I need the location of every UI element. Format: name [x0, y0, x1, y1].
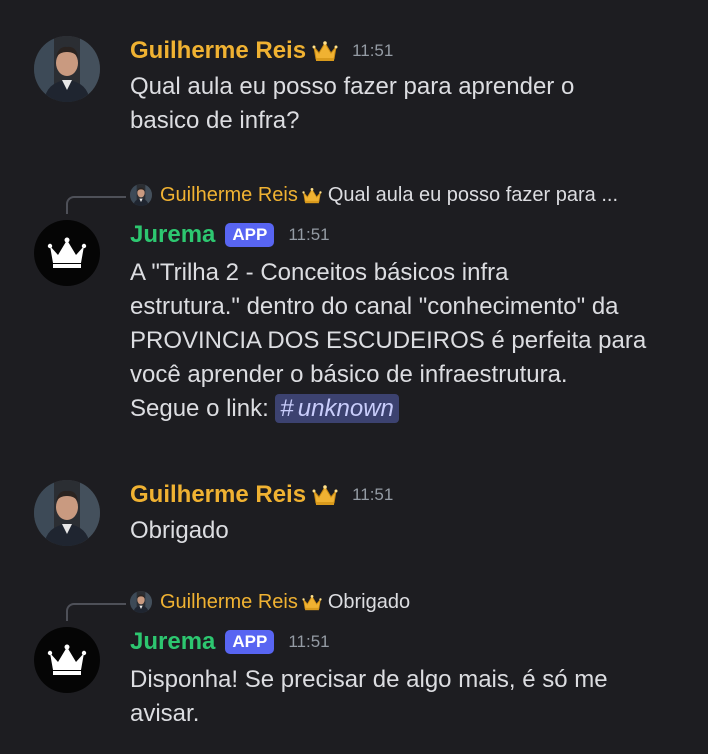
message-line: PROVINCIA DOS ESCUDEIROS é perfeita para	[130, 327, 647, 354]
timestamp[interactable]: 11:51	[288, 225, 329, 245]
link-prefix: Segue o link:	[130, 395, 276, 422]
crown-icon	[302, 187, 322, 204]
reply-text: Obrigado	[327, 590, 411, 613]
message-line: Segue o link: # unknown	[130, 392, 690, 426]
user-photo-icon	[34, 36, 100, 102]
reply-connector	[66, 603, 126, 621]
timestamp[interactable]: 11:51	[352, 41, 393, 61]
crown-icon	[302, 594, 322, 611]
author-name[interactable]: Guilherme Reis	[130, 481, 306, 509]
user-photo-icon	[130, 591, 152, 613]
message-header: Jurema APP 11:51	[130, 220, 330, 250]
message-header: Guilherme Reis 11:51	[130, 480, 393, 510]
message-line: Obrigado	[130, 517, 229, 544]
channel-hash-icon: #	[280, 395, 294, 422]
chat-message-list: Guilherme Reis 11:51 Qual aula eu posso …	[0, 0, 708, 754]
message-line: você aprender o básico de infraestrutura…	[130, 361, 568, 388]
user-photo-icon	[130, 184, 152, 206]
message-line: Disponha! Se precisar de algo mais, é só…	[130, 666, 608, 693]
bot-avatar[interactable]	[34, 220, 100, 286]
timestamp[interactable]: 11:51	[352, 485, 393, 505]
reply-author[interactable]: Guilherme Reis	[160, 591, 298, 614]
crown-icon	[312, 40, 338, 62]
reply-text: Qual aula eu posso fazer para ...	[327, 183, 619, 206]
user-avatar[interactable]	[34, 36, 100, 102]
message-line: basico de infra?	[130, 107, 300, 134]
message-content: Obrigado	[130, 514, 690, 548]
reply-preview[interactable]: Guilherme Reis Qual aula eu posso fazer …	[130, 182, 618, 208]
message-item[interactable]: Guilherme Reis 11:51 Obrigado	[0, 480, 708, 560]
message-content: A "Trilha 2 - Conceitos básicos infra es…	[130, 256, 690, 426]
author-name[interactable]: Guilherme Reis	[130, 37, 306, 65]
crown-bot-icon	[47, 237, 87, 268]
user-avatar[interactable]	[34, 480, 100, 546]
channel-name: unknown	[297, 395, 394, 422]
bot-avatar[interactable]	[34, 627, 100, 693]
crown-icon	[312, 484, 338, 506]
message-line: Qual aula eu posso fazer para aprender o	[130, 73, 575, 100]
author-name[interactable]: Jurema	[130, 221, 215, 249]
message-line: avisar.	[130, 700, 200, 727]
author-name[interactable]: Jurema	[130, 628, 215, 656]
message-line: A "Trilha 2 - Conceitos básicos infra	[130, 259, 509, 286]
message-item[interactable]: Guilherme Reis 11:51 Qual aula eu posso …	[0, 36, 708, 146]
message-header: Jurema APP 11:51	[130, 627, 330, 657]
reply-preview[interactable]: Guilherme Reis Obrigado	[130, 589, 410, 615]
message-line: estrutura." dentro do canal "conheciment…	[130, 293, 619, 320]
reply-connector	[66, 196, 126, 214]
app-badge: APP	[225, 223, 275, 247]
user-photo-icon	[34, 480, 100, 546]
message-content: Qual aula eu posso fazer para aprender o…	[130, 70, 690, 138]
app-badge: APP	[225, 630, 275, 654]
reply-author[interactable]: Guilherme Reis	[160, 184, 298, 207]
reply-avatar	[130, 591, 152, 613]
message-content: Disponha! Se precisar de algo mais, é só…	[130, 663, 690, 731]
reply-avatar	[130, 184, 152, 206]
message-item[interactable]: Guilherme Reis Obrigado Jurema APP 11:51…	[0, 587, 708, 747]
channel-mention[interactable]: # unknown	[275, 394, 399, 423]
message-item[interactable]: Guilherme Reis Qual aula eu posso fazer …	[0, 180, 708, 440]
message-header: Guilherme Reis 11:51	[130, 36, 393, 66]
crown-bot-icon	[47, 644, 87, 675]
timestamp[interactable]: 11:51	[288, 632, 329, 652]
